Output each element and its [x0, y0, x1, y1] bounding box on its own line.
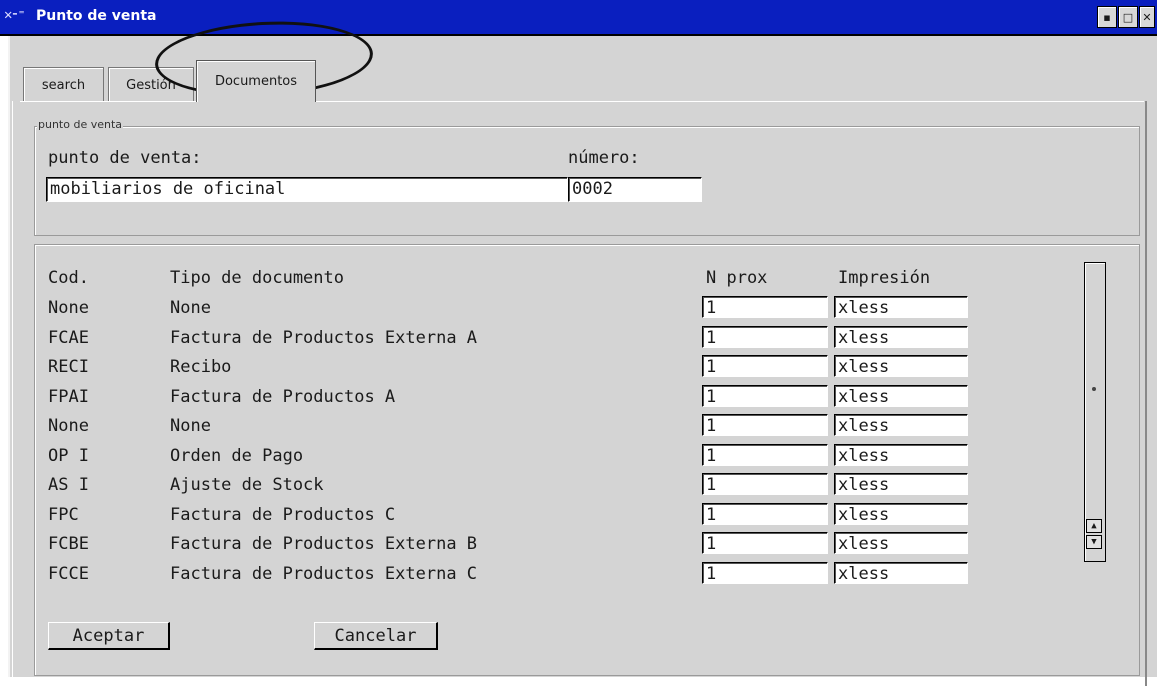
close-icon: ✕ — [1142, 10, 1152, 24]
row-cod: None — [48, 416, 89, 436]
title-bar: ✕⁃⁼ Punto de venta ▪ □ ✕ — [0, 0, 1157, 36]
row-tipo: Factura de Productos C — [170, 504, 396, 525]
minimize-icon: ▪ — [1103, 10, 1111, 24]
row-impresion-input[interactable]: xless — [834, 443, 968, 466]
row-nprox-input[interactable]: 1 — [702, 443, 828, 466]
minimize-button[interactable]: ▪ — [1097, 6, 1117, 28]
row-cod: None — [48, 298, 89, 318]
maximize-button[interactable]: □ — [1118, 6, 1138, 28]
row-nprox-input[interactable]: 1 — [702, 502, 828, 525]
row-nprox-input[interactable]: 1 — [702, 561, 828, 584]
row-nprox-input[interactable]: 1 — [702, 355, 828, 377]
punto-de-venta-input[interactable]: mobiliarios de oficinal — [46, 177, 568, 202]
col-header-impresion: Impresión — [838, 268, 931, 288]
arrow-down-icon: ▼ — [1091, 537, 1097, 547]
aceptar-button[interactable]: Aceptar — [48, 622, 170, 650]
row-impresion-input[interactable]: xless — [834, 473, 968, 495]
row-tipo: Ajuste de Stock — [170, 475, 324, 495]
numero-label: número: — [568, 148, 640, 168]
tab-search[interactable]: search — [23, 67, 104, 102]
row-nprox-input[interactable]: 1 — [702, 414, 828, 436]
row-tipo: Factura de Productos Externa B — [170, 534, 478, 554]
cancelar-button[interactable]: Cancelar — [314, 622, 438, 650]
x-window-icon[interactable]: ✕⁃⁼ — [4, 7, 26, 23]
row-cod: AS I — [48, 475, 89, 495]
col-header-tipo: Tipo de documento — [170, 268, 344, 288]
row-impresion-input[interactable]: xless — [834, 502, 968, 525]
row-cod: FCAE — [48, 327, 89, 348]
row-impresion-input[interactable]: xless — [834, 384, 968, 407]
tab-gestion[interactable]: Gestión — [108, 67, 194, 102]
tab-label: Gestión — [126, 77, 176, 93]
numero-input[interactable]: 0002 — [568, 177, 702, 202]
row-cod: FPAI — [48, 386, 89, 407]
row-cod: RECI — [48, 357, 89, 377]
scroll-up-button[interactable]: ▲ — [1086, 519, 1102, 533]
row-cod: FCBE — [48, 534, 89, 554]
scroll-down-button[interactable]: ▼ — [1086, 535, 1102, 549]
row-nprox-input[interactable]: 1 — [702, 473, 828, 495]
col-header-nprox: N prox — [706, 268, 768, 288]
row-tipo: None — [170, 416, 211, 436]
row-impresion-input[interactable]: xless — [834, 414, 968, 436]
window-title: Punto de venta — [36, 8, 157, 24]
row-tipo: Factura de Productos Externa A — [170, 327, 478, 348]
row-cod: FPC — [48, 504, 79, 525]
scroll-thumb[interactable] — [1092, 387, 1096, 391]
row-nprox-input[interactable]: 1 — [702, 532, 828, 554]
row-impresion-input[interactable]: xless — [834, 325, 968, 348]
row-tipo: Factura de Productos A — [170, 386, 396, 407]
row-nprox-input[interactable]: 1 — [702, 325, 828, 348]
row-impresion-input[interactable]: xless — [834, 561, 968, 584]
tab-documentos[interactable]: Documentos — [196, 60, 316, 102]
row-tipo: None — [170, 298, 211, 318]
row-nprox-input[interactable]: 1 — [702, 384, 828, 407]
row-impresion-input[interactable]: xless — [834, 532, 968, 554]
tab-label: search — [41, 77, 86, 93]
row-impresion-input[interactable]: xless — [834, 296, 968, 318]
vertical-scrollbar[interactable]: ▲ ▼ — [1084, 262, 1106, 562]
row-tipo: Recibo — [170, 357, 232, 377]
col-header-cod: Cod. — [48, 268, 89, 288]
row-cod: OP I — [48, 445, 89, 466]
punto-de-venta-label: punto de venta: — [48, 148, 202, 168]
row-tipo: Orden de Pago — [170, 445, 304, 466]
maximize-icon: □ — [1122, 10, 1134, 24]
group-legend: punto de venta — [37, 118, 124, 131]
row-nprox-input[interactable]: 1 — [702, 296, 828, 318]
row-cod: FCCE — [48, 563, 89, 584]
tab-label: Documentos — [214, 74, 298, 89]
row-impresion-input[interactable]: xless — [834, 355, 968, 377]
arrow-up-icon: ▲ — [1091, 521, 1097, 531]
row-tipo: Factura de Productos Externa C — [170, 563, 478, 584]
close-button[interactable]: ✕ — [1139, 6, 1155, 28]
